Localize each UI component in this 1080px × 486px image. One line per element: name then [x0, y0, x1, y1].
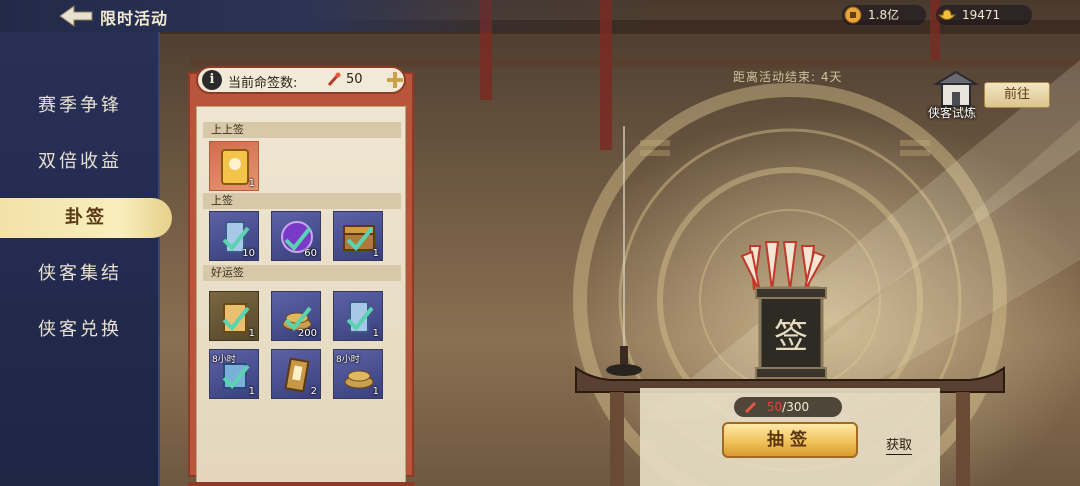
slot-count: 1	[248, 328, 255, 339]
sidebar-item-double-reward[interactable]: 双倍收益	[0, 142, 160, 182]
fortune-stick-icon	[327, 72, 341, 87]
tier-header-upper: 上签	[203, 193, 401, 209]
scroll-bottom-fringe	[188, 482, 414, 486]
slot-duration-tag: 8小时	[336, 355, 360, 365]
sidebar-item-hero-exchange[interactable]: 侠客兑换	[0, 310, 160, 350]
counter-label: 当前命签数:	[228, 76, 298, 91]
sidebar-item-divination[interactable]: 卦签	[0, 198, 172, 238]
slot-count: 2	[310, 386, 317, 397]
slot-count: 200	[297, 328, 317, 339]
reward-slot[interactable]: 1	[333, 211, 383, 261]
reward-slot[interactable]: 200	[271, 291, 321, 341]
slot-count: 60	[304, 248, 317, 259]
fortune-counter: i 当前命签数: 50	[196, 66, 406, 94]
copper-amount: 1.8亿	[868, 8, 900, 22]
slot-count: 1	[372, 386, 379, 397]
sidebar-item-season[interactable]: 赛季争锋	[0, 86, 160, 126]
back-arrow-icon[interactable]	[58, 4, 94, 28]
reward-slot[interactable]: 1	[333, 291, 383, 341]
cost-total: /300	[782, 400, 810, 414]
jar-character: 签	[774, 317, 808, 357]
slot-count: 1	[248, 386, 255, 397]
slot-duration-tag: 8小时	[212, 355, 236, 365]
gold-ingot-icon	[938, 9, 956, 20]
reward-slot[interactable]: 1	[209, 141, 259, 191]
add-icon[interactable]	[386, 71, 404, 89]
tier-header-top: 上上签	[203, 122, 401, 138]
top-bar: 限时活动 1.8亿 19471	[0, 0, 1080, 32]
tier-header-lucky: 好运签	[203, 265, 401, 281]
slot-count: 1	[372, 328, 379, 339]
slot-count: 1	[248, 178, 255, 189]
page-title: 限时活动	[100, 9, 169, 28]
cost-current: 50	[766, 400, 783, 414]
copper-currency-display: 1.8亿	[842, 5, 926, 25]
reward-slot[interactable]: 10	[209, 211, 259, 261]
slot-count: 1	[372, 248, 379, 259]
reward-slot[interactable]: 1	[209, 291, 259, 341]
reward-slot[interactable]: 60	[271, 211, 321, 261]
info-icon[interactable]: i	[202, 70, 222, 90]
ingot-amount: 19471	[962, 8, 1001, 22]
reward-slot[interactable]: 8小时 1	[333, 349, 383, 399]
reward-pool-panel: i 当前命签数: 50 上上签 1 上签 10 60 1 好运签 1 200 1…	[188, 62, 414, 486]
copper-coin-icon	[844, 6, 862, 24]
counter-value: 50	[346, 72, 363, 87]
sidebar-item-hero-gather[interactable]: 侠客集结	[0, 254, 160, 294]
fortune-stick-icon	[744, 401, 757, 414]
reward-slot[interactable]: 2	[271, 349, 321, 399]
reward-slot[interactable]: 8小时 1	[209, 349, 259, 399]
event-countdown: 距离活动结束: 4天	[733, 70, 843, 84]
draw-cost-indicator: 50/300	[734, 397, 842, 417]
activity-sidebar: 赛季争锋 双倍收益 卦签 侠客集结 侠客兑换	[0, 32, 172, 486]
obtain-link[interactable]: 获取	[886, 438, 913, 455]
draw-fortune-button[interactable]: 抽签	[722, 422, 858, 458]
slot-count: 10	[242, 248, 255, 259]
ingot-currency-display: 19471	[936, 5, 1032, 25]
reward-list: 上上签 1 上签 10 60 1 好运签 1 200 1 8小时 1 2 8小时…	[196, 106, 406, 486]
